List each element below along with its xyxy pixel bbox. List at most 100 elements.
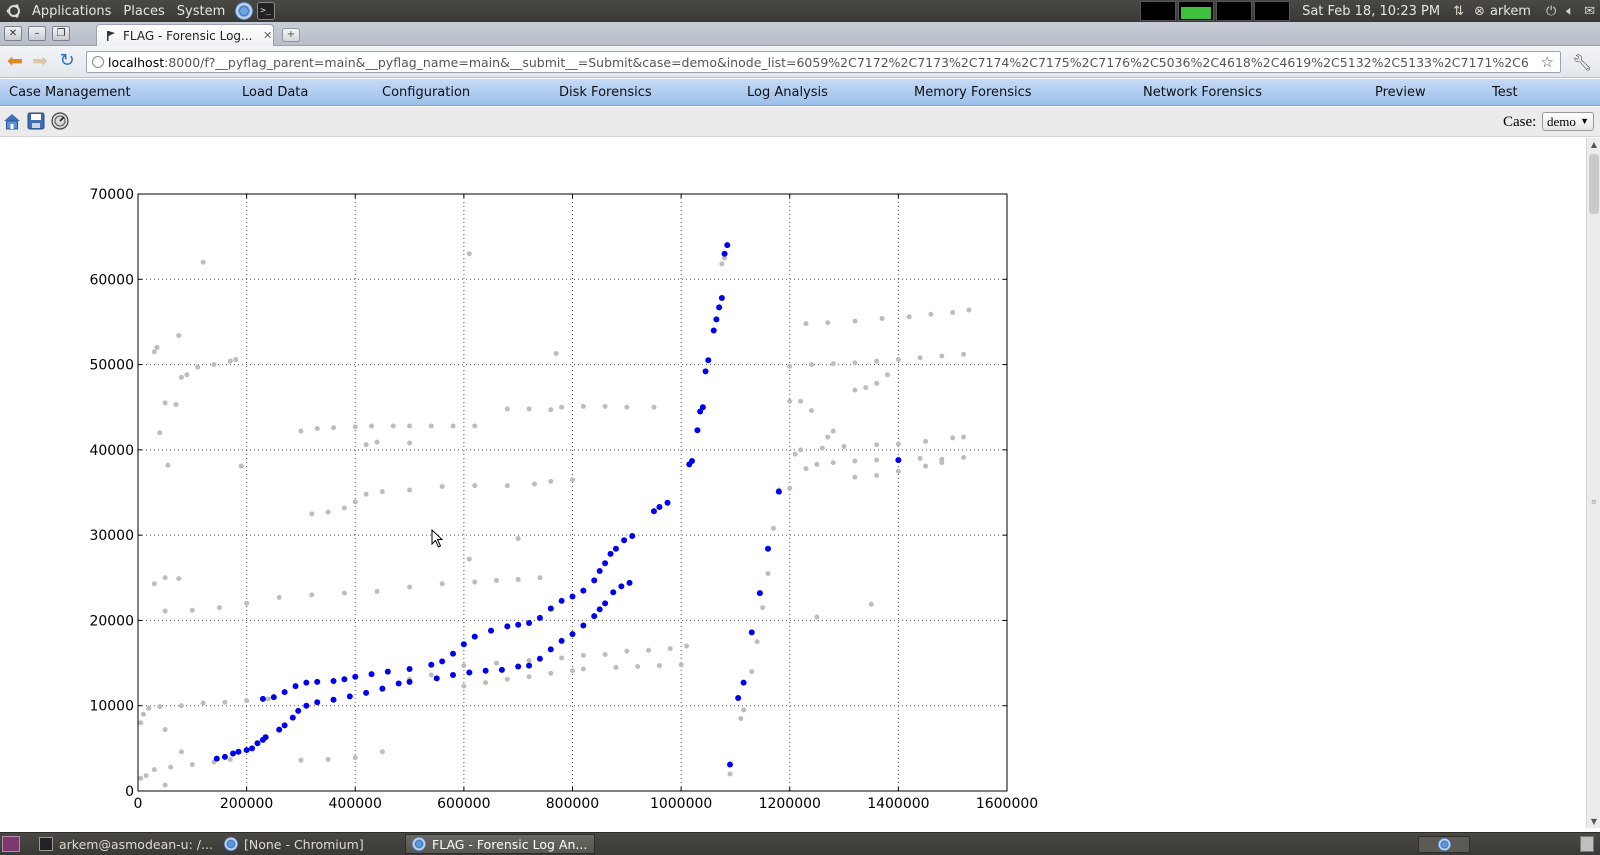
terminal-launcher-icon[interactable]: >_ [257, 2, 276, 20]
user-name[interactable]: arkem [1490, 4, 1531, 19]
bookmark-star-icon[interactable]: ☆ [1541, 53, 1554, 71]
highlight-point [303, 702, 310, 709]
task-flag-window[interactable]: FLAG - Forensic Log An... [405, 834, 595, 854]
background-point [613, 664, 619, 670]
background-point [341, 590, 347, 596]
x-tick-label: 800000 [546, 796, 599, 812]
places-menu[interactable]: Places [117, 4, 170, 19]
scroll-thumb[interactable] [1589, 154, 1599, 214]
menu-network-forensics[interactable]: Network Forensics [1143, 85, 1262, 100]
menu-preview[interactable]: Preview [1375, 85, 1426, 100]
highlight-point [526, 619, 533, 626]
system-menu[interactable]: System [171, 4, 231, 19]
mouse-cursor-icon [431, 528, 444, 548]
address-bar[interactable]: localhost:8000/f?__pyflag_parent=main&__… [86, 51, 1561, 73]
swap-monitor[interactable] [1254, 1, 1291, 21]
background-point [176, 576, 182, 582]
background-point [504, 676, 510, 682]
background-point [895, 356, 901, 362]
background-point [504, 406, 510, 412]
highlight-point [716, 304, 723, 311]
chromium-tray-icon [1437, 838, 1451, 851]
background-point [651, 404, 657, 410]
task-chromium-none[interactable]: [None - Chromium] [218, 834, 398, 854]
scroll-up-icon[interactable]: ▲ [1589, 140, 1599, 149]
power-icon[interactable]: ⏻ [1546, 4, 1556, 19]
window-minimize-icon[interactable]: – [28, 26, 46, 41]
memory-monitor[interactable] [1178, 1, 1215, 21]
tab-close-icon[interactable]: ✕ [263, 29, 272, 42]
menu-configuration[interactable]: Configuration [382, 85, 470, 100]
x-tick-label: 1400000 [867, 796, 929, 812]
chromium-icon [412, 837, 426, 851]
gauge-icon[interactable] [51, 112, 69, 130]
task-terminal[interactable]: arkem@asmodean-u: /... [33, 834, 215, 854]
background-point [814, 614, 820, 620]
network-arrows-icon[interactable]: ⇅ [1453, 4, 1464, 19]
highlight-point [259, 695, 266, 702]
wrench-menu-icon[interactable]: 🔧︎ [1572, 53, 1592, 72]
tray-chromium-button[interactable] [1418, 836, 1470, 853]
background-point [178, 374, 184, 380]
menu-case-management[interactable]: Case Management [9, 85, 131, 100]
background-point [244, 600, 250, 606]
highlight-point [515, 663, 522, 670]
highlight-point [363, 689, 370, 696]
highlight-point [724, 242, 731, 249]
page-info-icon[interactable] [92, 56, 104, 68]
background-point [526, 406, 532, 412]
background-point [738, 716, 744, 722]
window-close-icon[interactable]: ✕ [4, 26, 22, 41]
menu-log-analysis[interactable]: Log Analysis [747, 85, 828, 100]
background-point [874, 358, 880, 364]
show-desktop-icon[interactable] [2, 836, 20, 852]
background-point [950, 310, 956, 316]
highlight-point [536, 655, 543, 662]
main-content: 0 200000 400000 600000 800000 1000000 1200000 1… [0, 138, 1586, 828]
highlight-point [230, 750, 237, 757]
chromium-icon [224, 837, 238, 851]
menu-memory-forensics[interactable]: Memory Forensics [914, 85, 1032, 100]
volume-icon[interactable]: 🔈︎ [1566, 4, 1574, 19]
new-tab-button[interactable]: + [282, 28, 300, 42]
home-icon[interactable] [3, 112, 21, 130]
highlight-point [314, 699, 321, 706]
background-point [580, 652, 586, 658]
trash-icon[interactable] [1580, 836, 1594, 852]
content-scrollbar[interactable]: ▲ ≡ ▼ [1586, 138, 1600, 828]
highlight-point [596, 606, 603, 613]
forward-arrow-icon[interactable]: ➡ [30, 52, 50, 72]
chromium-launcher-icon[interactable] [235, 2, 254, 20]
ubuntu-logo-icon[interactable] [6, 3, 22, 19]
url-text[interactable]: localhost:8000/f?__pyflag_parent=main&__… [108, 55, 1528, 70]
url-host: localhost [108, 54, 165, 70]
browser-tab-flag[interactable]: FLAG - Forensic Log... ✕ [96, 24, 274, 46]
background-point [146, 705, 152, 711]
menu-disk-forensics[interactable]: Disk Forensics [559, 85, 652, 100]
network-monitor[interactable] [1216, 1, 1253, 21]
mail-icon[interactable]: ✉ [1584, 4, 1595, 19]
panel-tray: Sat Feb 18, 10:23 PM ⇅ ⊗ arkem ⏻ 🔈︎ ✉ [1140, 0, 1600, 22]
menu-test[interactable]: Test [1492, 85, 1518, 100]
window-maximize-icon[interactable]: ❐ [52, 26, 70, 41]
background-point [331, 425, 337, 431]
save-icon[interactable] [27, 112, 45, 130]
highlight-point [596, 567, 603, 574]
user-status-icon[interactable]: ⊗ [1474, 4, 1485, 19]
highlight-point [664, 499, 671, 506]
background-point [138, 775, 144, 781]
background-point [770, 525, 776, 531]
menu-load-data[interactable]: Load Data [242, 85, 308, 100]
applications-menu[interactable]: Applications [26, 4, 117, 19]
flag-toolbar: Case: demo ▼ [0, 107, 1600, 137]
reload-icon[interactable]: ↻ [57, 52, 77, 72]
case-select[interactable]: demo ▼ [1542, 112, 1594, 131]
background-point [184, 372, 190, 378]
background-point [352, 499, 358, 505]
background-point [407, 440, 413, 446]
cpu-monitor[interactable] [1140, 1, 1177, 21]
scroll-down-icon[interactable]: ▼ [1589, 817, 1599, 826]
back-arrow-icon[interactable]: ⬅ [5, 52, 25, 72]
panel-clock[interactable]: Sat Feb 18, 10:23 PM [1302, 4, 1440, 19]
background-point [548, 478, 554, 484]
